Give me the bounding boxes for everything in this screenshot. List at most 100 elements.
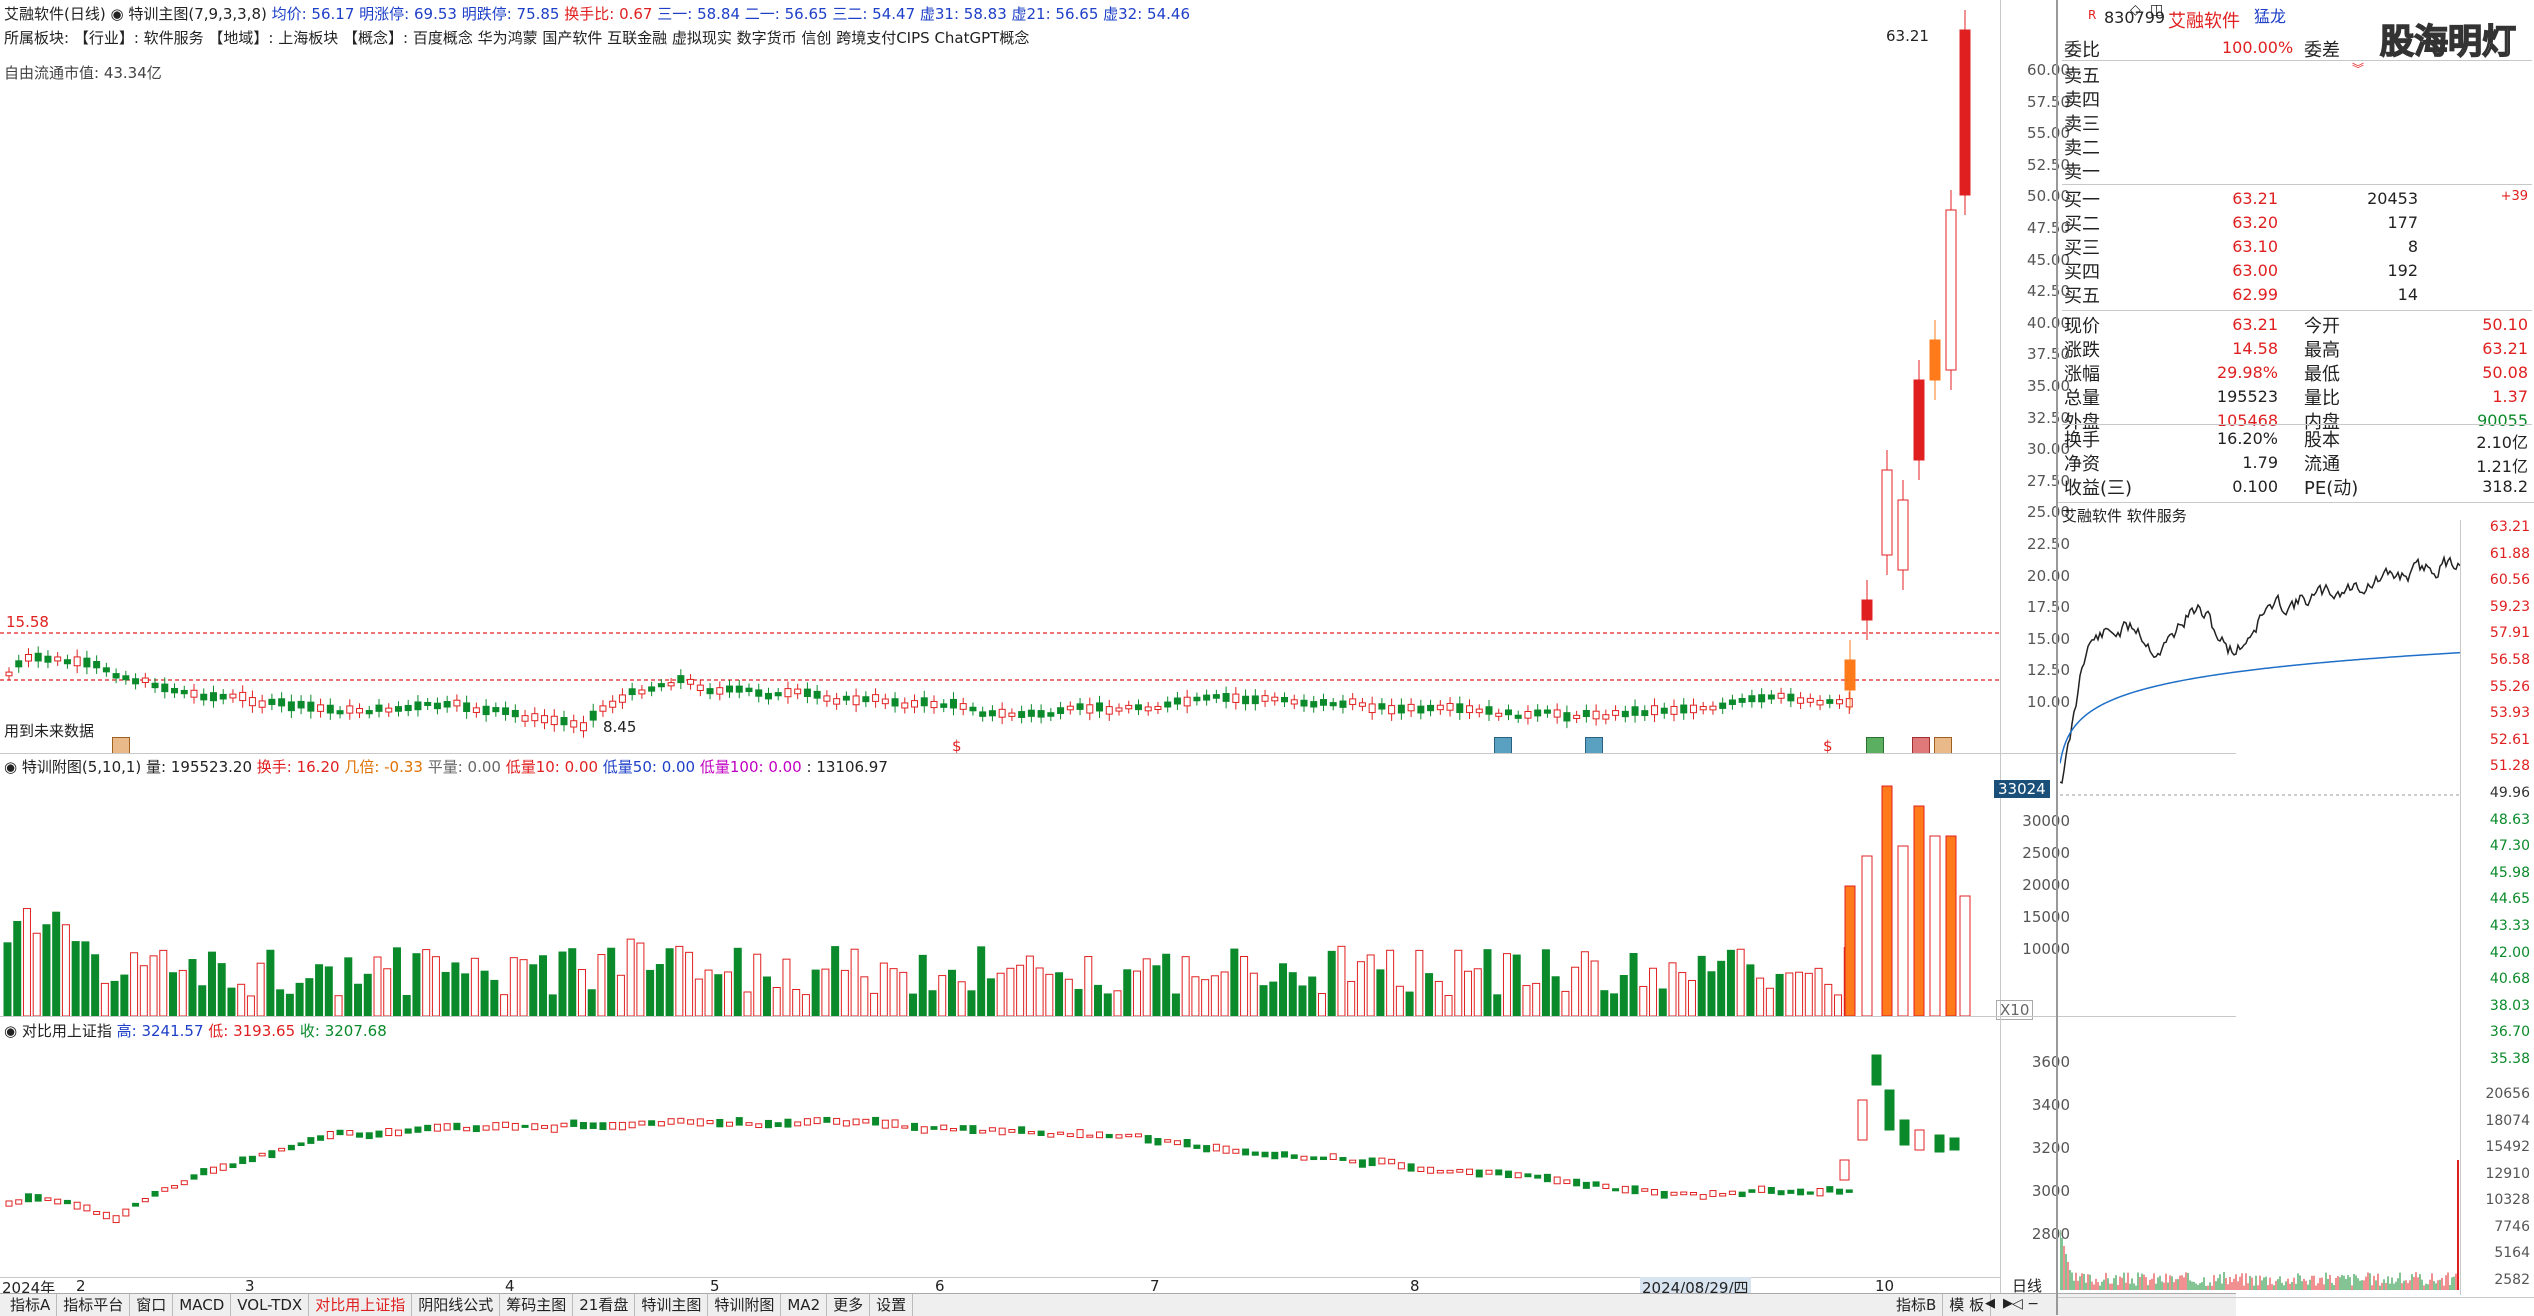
candle-body bbox=[15, 660, 23, 668]
volume-bar bbox=[1629, 952, 1638, 1016]
high-marker-label: 63.21 bbox=[1886, 27, 1929, 45]
candle-body bbox=[891, 698, 899, 707]
index-candle bbox=[394, 1129, 402, 1137]
average-line bbox=[2060, 651, 2460, 764]
orderbook-row: 卖四 bbox=[2062, 86, 2532, 111]
intraday-axis-ticks: 63.21 61.88 60.56 59.23 57.91 56.58 55.26 53.93… bbox=[2460, 519, 2534, 1295]
volume-bar bbox=[81, 941, 90, 1016]
candle-body bbox=[1670, 705, 1678, 715]
event-marker[interactable] bbox=[1866, 737, 1884, 754]
index-candle bbox=[1738, 1191, 1746, 1198]
orderbook-row: 卖一 bbox=[2062, 158, 2532, 183]
bid-label: 买二 bbox=[2064, 214, 2100, 235]
index-chart[interactable] bbox=[0, 1040, 2000, 1277]
index-candle bbox=[589, 1122, 597, 1129]
volume-bar bbox=[840, 969, 849, 1016]
index-candle bbox=[1871, 1054, 1882, 1086]
volume-chart[interactable] bbox=[0, 776, 2000, 1016]
event-marker[interactable] bbox=[1494, 737, 1512, 754]
index-candle bbox=[862, 1118, 870, 1124]
index-candle bbox=[1290, 1154, 1298, 1159]
period-label[interactable]: 日线 bbox=[2012, 1275, 2042, 1296]
index-candle bbox=[1378, 1157, 1386, 1165]
index-candle bbox=[706, 1119, 714, 1125]
quote-label: 今开 bbox=[2304, 316, 2340, 337]
tab-10[interactable]: 特训附图 bbox=[708, 1294, 782, 1316]
event-marker[interactable] bbox=[1934, 737, 1952, 754]
candle-body bbox=[93, 661, 101, 669]
index-candle bbox=[881, 1119, 889, 1129]
candle-body bbox=[1339, 700, 1347, 708]
indicator-dot-icon[interactable]: ◉ bbox=[4, 1022, 22, 1040]
candle-body bbox=[1514, 714, 1522, 719]
index-candle bbox=[813, 1117, 821, 1125]
indicator-dot-icon[interactable]: ◉ bbox=[4, 758, 22, 776]
candle-body bbox=[1660, 707, 1668, 714]
event-marker[interactable] bbox=[1585, 737, 1603, 754]
tab-2[interactable]: 窗口 bbox=[130, 1294, 174, 1316]
mini-price-tick: 48.63 bbox=[2489, 811, 2530, 828]
ask-label: 卖一 bbox=[2064, 162, 2100, 183]
candle-body bbox=[5, 671, 13, 677]
index-candle bbox=[1602, 1183, 1610, 1189]
candle-body bbox=[248, 697, 256, 707]
candle-body bbox=[1407, 703, 1415, 712]
index-candle bbox=[823, 1116, 831, 1123]
tab-1[interactable]: 指标平台 bbox=[57, 1294, 131, 1316]
index-axis bbox=[2000, 1016, 2001, 1297]
volume-bar bbox=[1327, 950, 1336, 1016]
tab-right-1[interactable]: 模 板 bbox=[1943, 1294, 1992, 1316]
tab-right-0[interactable]: 指标B bbox=[1890, 1294, 1944, 1316]
index-candle bbox=[1612, 1188, 1620, 1192]
candle-body bbox=[1592, 710, 1600, 720]
tab-11[interactable]: MA2 bbox=[781, 1294, 828, 1316]
candle-body bbox=[911, 700, 919, 708]
mini-price-tick: 63.21 bbox=[2489, 519, 2530, 535]
volume-bar bbox=[1035, 967, 1044, 1016]
tab-5[interactable]: 对比用上证指 bbox=[309, 1294, 413, 1316]
volume-bar bbox=[3, 942, 12, 1016]
tab-9[interactable]: 特训主图 bbox=[635, 1294, 709, 1316]
index-candle bbox=[1183, 1138, 1191, 1148]
volume-bar bbox=[169, 972, 178, 1016]
stock-name[interactable]: 艾融软件 bbox=[2168, 7, 2240, 33]
index-candle bbox=[453, 1122, 461, 1131]
orderbook-row: 收益(三) 0.100 PE(动) 318.2 bbox=[2062, 474, 2532, 499]
candle-body bbox=[482, 705, 490, 716]
index-candle bbox=[1125, 1133, 1133, 1138]
candle-body bbox=[1436, 704, 1444, 711]
volume-bar bbox=[305, 978, 314, 1016]
index-candle bbox=[687, 1119, 695, 1125]
main-chart-area[interactable]: 艾融软件(日线) ◉ 特训主图(7,9,3,3,8) 均价: 56.17 明涨停… bbox=[0, 0, 2236, 1298]
tab-8[interactable]: 21看盘 bbox=[573, 1294, 636, 1316]
tab-scroll-left-icon[interactable]: ◀ bbox=[1985, 1296, 1995, 1311]
candlestick-chart[interactable] bbox=[0, 0, 2000, 753]
tab-0[interactable]: 指标A bbox=[4, 1294, 58, 1316]
tab-13[interactable]: 设置 bbox=[870, 1294, 914, 1316]
tab-6[interactable]: 阴阳线公式 bbox=[412, 1294, 501, 1316]
tab-3[interactable]: MACD bbox=[173, 1294, 232, 1316]
volume-bar bbox=[470, 957, 479, 1016]
event-marker[interactable] bbox=[112, 737, 130, 754]
tab-4[interactable]: VOL-TDX bbox=[231, 1294, 310, 1316]
quote-label: 现价 bbox=[2064, 316, 2100, 337]
tab-7[interactable]: 筹码主图 bbox=[500, 1294, 574, 1316]
tab-12[interactable]: 更多 bbox=[827, 1294, 871, 1316]
candle-body bbox=[1378, 703, 1386, 710]
intraday-chart[interactable] bbox=[2060, 520, 2460, 1290]
volume-bar bbox=[1804, 972, 1813, 1016]
fund-label: 收益(三) bbox=[2064, 478, 2133, 499]
pin-icon[interactable]: ◁ − bbox=[2012, 1296, 2039, 1312]
orderbook-row: 卖五 bbox=[2062, 62, 2532, 87]
volume-bar bbox=[373, 956, 382, 1016]
volume-value: 几倍: -0.33 bbox=[344, 758, 428, 776]
candle-body bbox=[1504, 709, 1512, 716]
event-marker[interactable] bbox=[1912, 737, 1930, 754]
index-candle bbox=[716, 1118, 724, 1128]
mini-price-tick: 53.93 bbox=[2489, 705, 2530, 722]
index-candle bbox=[1057, 1131, 1065, 1135]
candle-body bbox=[278, 698, 286, 707]
quote-value: 50.10 bbox=[2482, 315, 2528, 334]
candle-body bbox=[463, 702, 471, 713]
volume-bar bbox=[811, 969, 820, 1016]
